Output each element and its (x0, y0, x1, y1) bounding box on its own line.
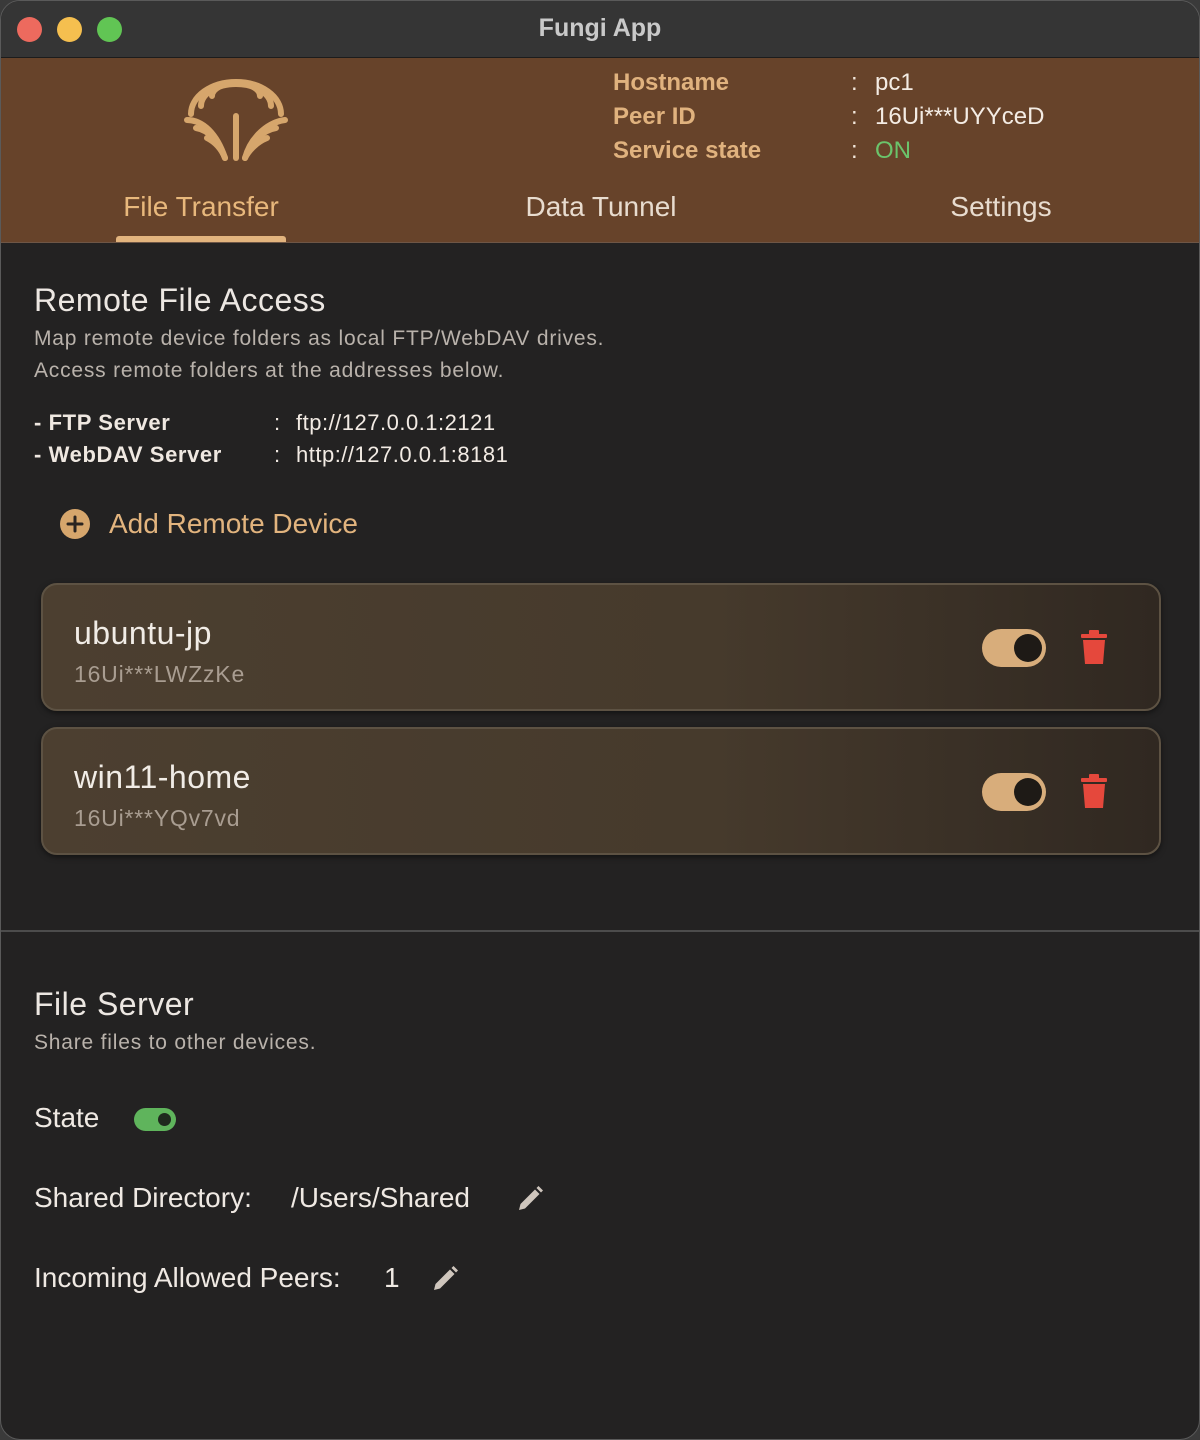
service-state-label: Service state (613, 137, 762, 164)
pencil-icon[interactable] (431, 1265, 459, 1293)
tab-data-tunnel[interactable]: Data Tunnel (481, 191, 721, 223)
hostname-colon: : (851, 69, 858, 96)
toggle-knob (158, 1113, 171, 1126)
file-server-state-toggle[interactable] (134, 1108, 176, 1131)
remote-file-access-desc-1: Map remote device folders as local FTP/W… (34, 327, 605, 350)
add-remote-device-label: Add Remote Device (109, 508, 359, 539)
incoming-allowed-peers-label: Incoming Allowed Peers: (34, 1262, 341, 1293)
service-state-colon: : (851, 137, 858, 164)
remote-file-access-title: Remote File Access (34, 282, 326, 318)
peer-id-value: 16Ui***UYYceD (875, 103, 1045, 130)
toggle-knob (1014, 634, 1042, 662)
ftp-server-colon: : (274, 410, 281, 435)
shared-directory-value: /Users/Shared (291, 1182, 470, 1213)
hostname-label: Hostname (613, 69, 730, 96)
active-tab-indicator (116, 236, 286, 242)
device-peer-id: 16Ui***YQv7vd (74, 805, 241, 831)
toggle-knob (1014, 778, 1042, 806)
peer-id-label: Peer ID (613, 103, 696, 130)
title-bar: Fungi App (1, 1, 1199, 58)
webdav-server-address: http://127.0.0.1:8181 (296, 442, 509, 467)
ftp-server-address: ftp://127.0.0.1:2121 (296, 410, 496, 435)
webdav-server-colon: : (274, 442, 281, 467)
service-state-value: ON (875, 137, 911, 164)
device-peer-id: 16Ui***LWZzKe (74, 661, 246, 687)
plus-circle-icon (60, 509, 90, 539)
hostname-value: pc1 (875, 69, 914, 96)
window-title: Fungi App (538, 14, 662, 42)
tab-file-transfer[interactable]: File Transfer (81, 191, 321, 223)
ftp-server-label: - FTP Server (34, 410, 171, 435)
tab-settings[interactable]: Settings (881, 191, 1121, 223)
section-divider (1, 930, 1199, 932)
device-name: ubuntu-jp (74, 615, 212, 651)
remote-device-card: ubuntu-jp 16Ui***LWZzKe (41, 583, 1161, 711)
fungi-logo-icon (184, 79, 288, 161)
remote-device-card: win11-home 16Ui***YQv7vd (41, 727, 1161, 855)
file-server-desc: Share files to other devices. (34, 1031, 317, 1054)
trash-icon[interactable] (1081, 774, 1107, 808)
file-server-state-label: State (34, 1102, 100, 1133)
remote-file-access-desc-2: Access remote folders at the addresses b… (34, 359, 505, 382)
webdav-server-label: - WebDAV Server (34, 442, 222, 467)
pencil-icon[interactable] (516, 1185, 544, 1213)
device-name: win11-home (74, 759, 251, 795)
app-window: Fungi App Hostname : pc1 Peer ID: 16Ui*… (0, 0, 1200, 1440)
incoming-allowed-peers-value: 1 (384, 1262, 400, 1293)
device-enable-toggle[interactable] (982, 773, 1046, 811)
trash-icon[interactable] (1081, 630, 1107, 664)
file-server-title: File Server (34, 986, 195, 1022)
shared-directory-label: Shared Directory: (34, 1182, 252, 1213)
app-header: Hostname : pc1 Peer ID : 16Ui***UYYceD S… (1, 58, 1199, 243)
device-enable-toggle[interactable] (982, 629, 1046, 667)
peer-id-colon: : (851, 103, 858, 130)
